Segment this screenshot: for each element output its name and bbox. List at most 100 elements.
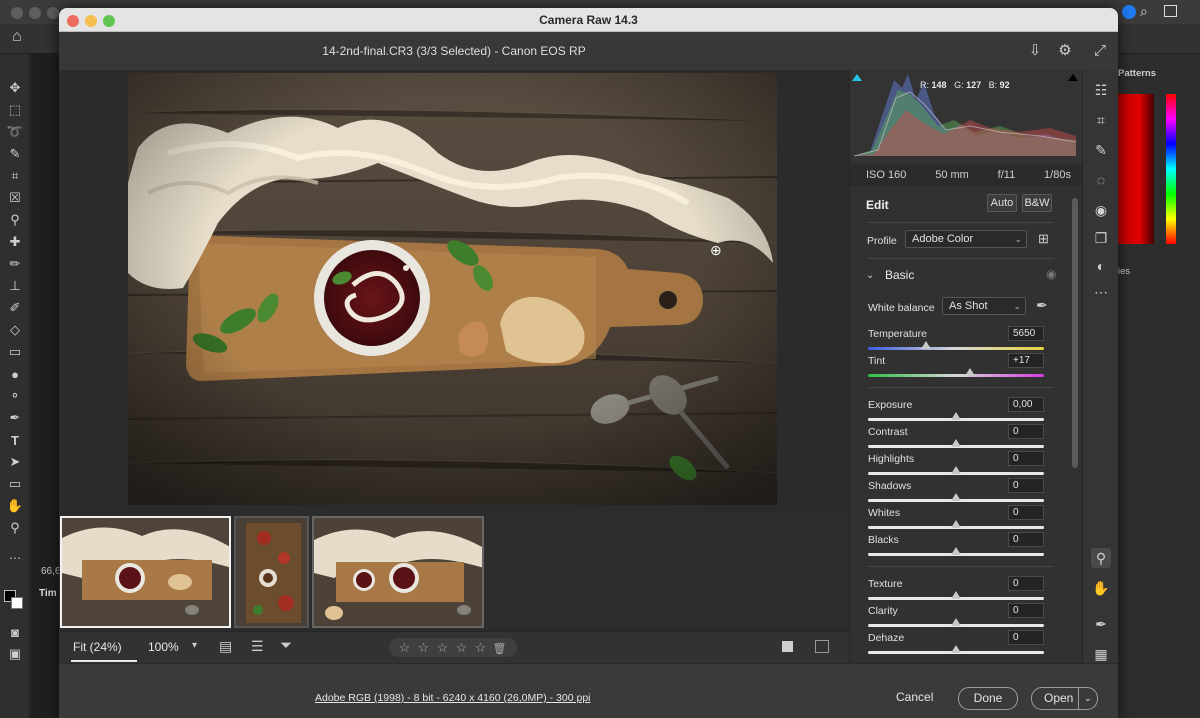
gradient-tool-icon[interactable]: ▭ [5, 344, 25, 360]
ps-color-field[interactable] [1118, 94, 1154, 244]
slider-thumb[interactable] [951, 439, 961, 447]
red-eye-icon[interactable]: ◉ [1091, 200, 1111, 220]
crop-tool-icon[interactable]: ⌗ [5, 168, 25, 184]
eyedropper-tool-icon[interactable]: ⚲ [5, 212, 25, 228]
ps-zoom-button[interactable] [47, 7, 59, 19]
sort-icon[interactable]: ☰ [251, 638, 264, 655]
slider-value-field[interactable]: +17 [1008, 353, 1044, 368]
healing-icon[interactable]: ✎ [1091, 140, 1111, 160]
masking-icon[interactable]: ◌ [1091, 170, 1111, 190]
rating-star[interactable]: ☆ [471, 638, 490, 657]
marquee-tool-icon[interactable]: ⬚ [5, 102, 25, 118]
done-button[interactable]: Done [958, 687, 1018, 710]
before-after-view-icon[interactable] [815, 640, 829, 653]
settings-gear-icon[interactable]: ⚙ [1055, 41, 1075, 61]
eraser-tool-icon[interactable]: ◇ [5, 322, 25, 338]
more-tools-icon[interactable]: … [5, 546, 25, 562]
healing-tool-icon[interactable]: ✚ [5, 234, 25, 250]
close-button[interactable] [67, 15, 79, 27]
ps-timeline-tab[interactable]: Tim [39, 588, 57, 599]
slider-thumb[interactable] [951, 547, 961, 555]
slider-thumb[interactable] [951, 520, 961, 528]
filmstrip-thumbnail[interactable] [234, 516, 309, 628]
zoom-tool-icon[interactable]: ⚲ [5, 520, 25, 536]
slider-thumb[interactable] [951, 591, 961, 599]
blur-tool-icon[interactable]: ● [5, 366, 25, 382]
hand-tool-icon[interactable]: ✋ [5, 498, 25, 514]
edit-sliders-icon[interactable]: ☷ [1091, 80, 1111, 100]
pen-tool-icon[interactable]: ✒ [5, 410, 25, 426]
ps-minimize-button[interactable] [29, 7, 41, 19]
filmstrip-thumbnail[interactable] [60, 516, 231, 628]
save-image-icon[interactable]: ⇩ [1025, 41, 1045, 61]
image-canvas[interactable]: ⊕ [59, 70, 849, 520]
slider-value-field[interactable]: 0 [1008, 424, 1044, 439]
ps-hue-slider[interactable] [1166, 94, 1176, 244]
rating-star[interactable]: ☆ [414, 638, 433, 657]
filter-icon[interactable]: ⏷ [280, 637, 292, 654]
rating-star[interactable]: ☆ [433, 638, 452, 657]
slider-thumb[interactable] [951, 493, 961, 501]
ps-cloud-icon[interactable] [1122, 5, 1136, 19]
ps-search-icon[interactable]: ⌕ [1140, 3, 1148, 20]
preview-image[interactable] [128, 73, 777, 505]
frame-tool-icon[interactable]: ☒ [5, 190, 25, 206]
filmstrip-thumbnail[interactable] [312, 516, 484, 628]
slider-value-field[interactable]: 0 [1008, 576, 1044, 591]
slider-track[interactable] [868, 374, 1044, 377]
slider-thumb[interactable] [951, 618, 961, 626]
snapshots-icon[interactable]: ❐ [1091, 228, 1111, 248]
slider-value-field[interactable]: 5650 [1008, 326, 1044, 341]
slider-value-field[interactable]: 0 [1008, 603, 1044, 618]
slider-thumb[interactable] [951, 412, 961, 420]
dodge-tool-icon[interactable]: ⚬ [5, 388, 25, 404]
open-options-chevron-icon[interactable]: ⌄ [1084, 688, 1092, 709]
zoom-button[interactable] [103, 15, 115, 27]
sampler-tool-icon[interactable]: ✒ [1091, 614, 1111, 634]
zoom-tool-icon[interactable]: ⚲ [1091, 548, 1111, 568]
presets-icon[interactable]: ◐ [1091, 256, 1111, 276]
quick-select-tool-icon[interactable]: ✎ [5, 146, 25, 162]
ps-home-icon[interactable]: ⌂ [12, 28, 22, 46]
panel-scrollbar[interactable] [1072, 198, 1078, 468]
lasso-tool-icon[interactable]: ➰ [5, 124, 25, 140]
slider-value-field[interactable]: 0,00 [1008, 397, 1044, 412]
brush-tool-icon[interactable]: ✏ [5, 256, 25, 272]
cancel-button[interactable]: Cancel [896, 690, 933, 704]
slider-value-field[interactable]: 0 [1008, 478, 1044, 493]
single-view-icon[interactable] [782, 641, 793, 652]
delete-mark-icon[interactable]: 🗑 [490, 640, 509, 659]
slider-track[interactable] [868, 347, 1044, 350]
slider-value-field[interactable]: 0 [1008, 532, 1044, 547]
fullscreen-toggle-icon[interactable]: ⤢ [1090, 41, 1110, 61]
ps-workspace-icon[interactable] [1164, 5, 1177, 17]
screen-mode-icon[interactable]: ▣ [5, 646, 25, 662]
crop-icon[interactable]: ⌗ [1091, 110, 1111, 130]
type-tool-icon[interactable]: T [5, 432, 25, 448]
quick-mask-icon[interactable]: ◙ [5, 624, 25, 640]
hand-tool-icon[interactable]: ✋ [1091, 578, 1111, 598]
zoom-100-button[interactable]: 100% [148, 640, 179, 654]
rating-star[interactable]: ☆ [452, 638, 471, 657]
slider-value-field[interactable]: 0 [1008, 630, 1044, 645]
slider-thumb[interactable] [951, 466, 961, 474]
move-tool-icon[interactable]: ✥ [5, 80, 25, 96]
slider-thumb[interactable] [921, 341, 932, 349]
path-select-tool-icon[interactable]: ➤ [5, 454, 25, 470]
open-button[interactable]: Open ⌄ [1031, 687, 1098, 710]
history-brush-tool-icon[interactable]: ✐ [5, 300, 25, 316]
more-options-icon[interactable]: ⋯ [1091, 282, 1111, 302]
workflow-options-link[interactable]: Adobe RGB (1998) - 8 bit - 6240 x 4160 (… [315, 692, 591, 704]
fit-zoom-button[interactable]: Fit (24%) [73, 640, 122, 654]
ps-properties-tab[interactable]: ies [1118, 266, 1130, 277]
filmstrip-toggle-icon[interactable]: ▤ [219, 638, 232, 655]
slider-value-field[interactable]: 0 [1008, 451, 1044, 466]
background-color-swatch[interactable] [11, 597, 23, 609]
rating-star[interactable]: ☆ [395, 638, 414, 657]
ps-close-button[interactable] [11, 7, 23, 19]
ps-patterns-tab[interactable]: Patterns [1118, 68, 1156, 79]
slider-thumb[interactable] [951, 645, 961, 653]
grid-overlay-icon[interactable]: ▦ [1091, 644, 1111, 664]
zoom-dropdown-chevron-icon[interactable]: ▾ [192, 640, 197, 651]
slider-value-field[interactable]: 0 [1008, 505, 1044, 520]
